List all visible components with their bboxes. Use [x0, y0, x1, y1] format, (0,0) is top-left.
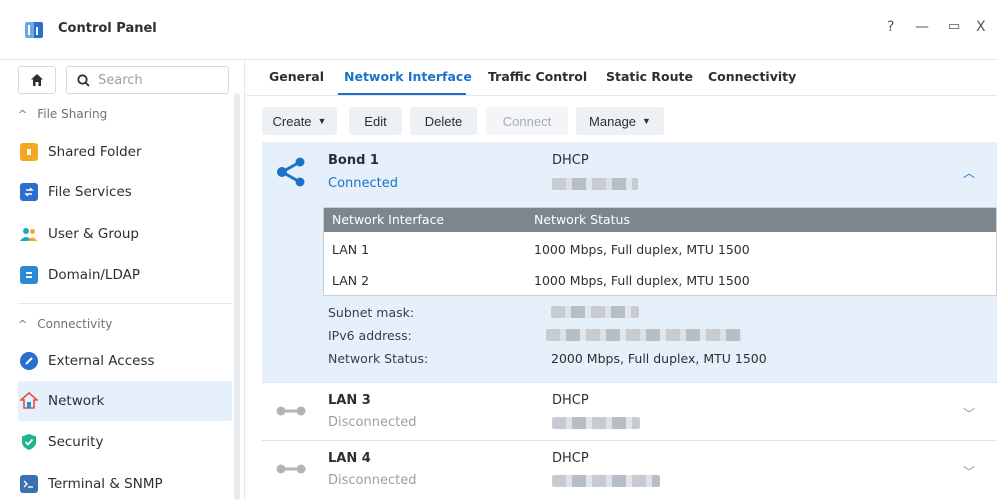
tab-general[interactable]: General [269, 69, 324, 84]
member-status: 1000 Mbps, Full duplex, MTU 1500 [534, 273, 750, 288]
network-house-icon [20, 392, 38, 410]
terminal-icon [20, 475, 38, 493]
manage-button[interactable]: Manage ▼ [576, 107, 664, 135]
sidebar-item-label: File Services [48, 184, 132, 200]
sidebar-item-shared-folder[interactable]: Shared Folder [18, 132, 232, 172]
member-status: 1000 Mbps, Full duplex, MTU 1500 [534, 242, 750, 257]
sidebar-divider [18, 303, 232, 304]
sidebar-item-security[interactable]: Security [18, 422, 232, 462]
disconnected-icon [276, 464, 306, 474]
sidebar-item-file-services[interactable]: File Services [18, 172, 232, 212]
sidebar-item-label: Terminal & SNMP [48, 476, 163, 492]
detail-label: Network Status: [328, 351, 429, 366]
help-icon[interactable]: ? [887, 19, 894, 35]
bond-members-table: Network Interface Network Status LAN 1 1… [323, 207, 997, 296]
domain-icon [20, 266, 38, 284]
interface-mode: DHCP [552, 393, 589, 408]
members-table-header: Network Interface Network Status [324, 208, 996, 232]
sidebar-item-terminal-snmp[interactable]: Terminal & SNMP [18, 464, 232, 500]
sidebar-item-label: Domain/LDAP [48, 267, 140, 283]
detail-value: 2000 Mbps, Full duplex, MTU 1500 [551, 351, 767, 366]
tab-static-route[interactable]: Static Route [606, 69, 693, 84]
col-network-status: Network Status [534, 212, 630, 227]
bond-share-icon [277, 157, 305, 187]
sidebar-item-external-access[interactable]: External Access [18, 341, 232, 381]
search-box[interactable] [66, 66, 229, 94]
tab-bar: General Network Interface Traffic Contro… [246, 60, 997, 96]
interface-status: Disconnected [328, 415, 417, 430]
sidebar-item-domain-ldap[interactable]: Domain/LDAP [18, 255, 232, 295]
interface-status: Connected [328, 176, 399, 191]
tab-traffic-control[interactable]: Traffic Control [488, 69, 587, 84]
maximize-icon[interactable]: ▭ [948, 19, 960, 34]
sidebar-item-label: External Access [48, 353, 155, 369]
chevron-up-icon: ^ [18, 107, 28, 121]
interface-list: Bond 1 Connected DHCP ︿ Network Interfac… [262, 142, 997, 500]
external-access-icon [20, 352, 38, 370]
create-button[interactable]: Create ▼ [262, 107, 337, 135]
member-interface: LAN 2 [332, 273, 370, 288]
chevron-down-icon[interactable]: ﹀ [963, 405, 975, 422]
disconnected-icon [276, 406, 306, 416]
interface-name: LAN 4 [328, 451, 371, 466]
redacted-ip [552, 475, 660, 487]
sidebar: ^ File Sharing Shared Folder File Servic… [0, 60, 245, 500]
interface-row-bond1[interactable]: Bond 1 Connected DHCP ︿ Network Interfac… [262, 142, 997, 382]
chevron-up-icon[interactable]: ︿ [963, 164, 975, 181]
home-icon [31, 74, 43, 86]
redacted-ipv6 [546, 329, 742, 341]
interface-name: LAN 3 [328, 393, 371, 408]
interface-status: Disconnected [328, 473, 417, 488]
minimize-icon[interactable]: — [915, 19, 929, 35]
tab-connectivity[interactable]: Connectivity [708, 69, 796, 84]
redacted-ip [552, 417, 640, 429]
manage-label: Manage [589, 113, 637, 129]
main-panel: General Network Interface Traffic Contro… [246, 60, 997, 500]
chevron-up-icon: ^ [18, 317, 28, 331]
redacted-subnet [551, 306, 639, 318]
sidebar-item-network[interactable]: Network [18, 381, 232, 421]
shield-check-icon [20, 433, 38, 451]
interface-mode: DHCP [552, 153, 589, 168]
window-title: Control Panel [58, 21, 157, 36]
group-file-sharing[interactable]: ^ File Sharing [18, 107, 107, 121]
file-services-icon [20, 183, 38, 201]
sidebar-scrollbar[interactable] [234, 93, 240, 500]
connect-button[interactable]: Connect [486, 107, 568, 135]
title-bar: Control Panel ? — ▭ X [0, 0, 997, 60]
group-connectivity[interactable]: ^ Connectivity [18, 317, 112, 331]
sidebar-item-label: Shared Folder [48, 144, 142, 160]
tab-network-interface[interactable]: Network Interface [344, 69, 472, 84]
interface-name: Bond 1 [328, 153, 379, 168]
col-network-interface: Network Interface [332, 212, 445, 227]
interface-row-lan3[interactable]: LAN 3 Disconnected DHCP ﹀ [262, 383, 997, 440]
detail-label: Subnet mask: [328, 305, 415, 320]
sidebar-item-user-group[interactable]: User & Group [18, 214, 232, 254]
close-icon[interactable]: X [976, 19, 986, 35]
folder-icon [20, 143, 38, 161]
search-icon [77, 73, 90, 87]
edit-button[interactable]: Edit [349, 107, 402, 135]
interface-mode: DHCP [552, 451, 589, 466]
search-input[interactable] [98, 72, 218, 88]
sidebar-item-label: Security [48, 434, 104, 450]
create-label: Create [272, 113, 312, 129]
redacted-ip [552, 178, 638, 190]
home-button[interactable] [18, 66, 56, 94]
member-interface: LAN 1 [332, 242, 370, 257]
caret-down-icon: ▼ [317, 116, 327, 126]
group-label: File Sharing [37, 107, 108, 121]
active-tab-underline [338, 93, 466, 95]
sidebar-item-label: User & Group [48, 226, 139, 242]
user-group-icon [20, 225, 38, 243]
sidebar-item-label: Network [48, 393, 105, 409]
interface-row-lan4[interactable]: LAN 4 Disconnected DHCP ﹀ [262, 441, 997, 500]
control-panel-icon [25, 22, 43, 38]
chevron-down-icon[interactable]: ﹀ [963, 463, 975, 480]
group-label: Connectivity [37, 317, 113, 331]
detail-label: IPv6 address: [328, 328, 412, 343]
delete-button[interactable]: Delete [410, 107, 477, 135]
caret-down-icon: ▼ [642, 116, 651, 126]
